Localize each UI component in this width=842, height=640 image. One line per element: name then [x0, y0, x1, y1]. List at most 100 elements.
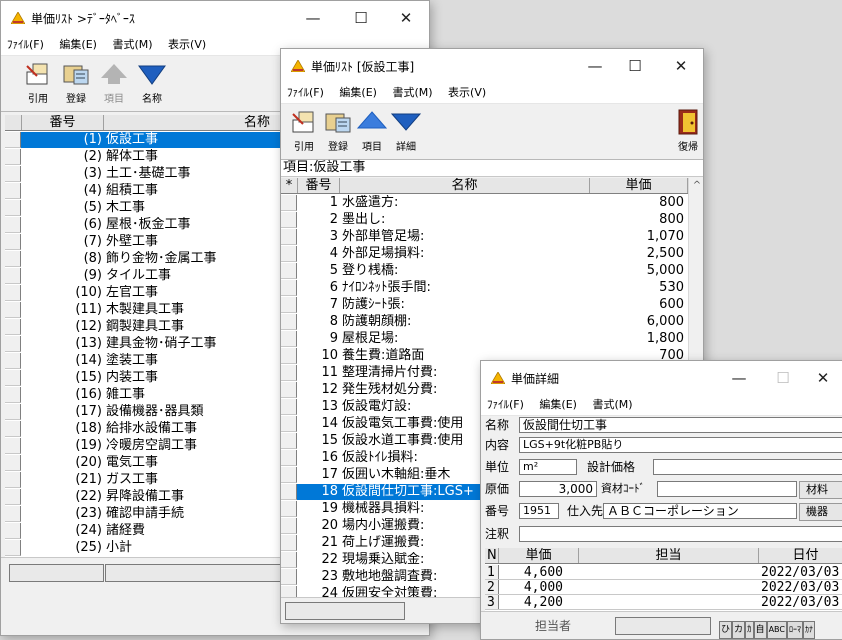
- col-header-assignee[interactable]: 担当: [579, 548, 759, 563]
- menu-format[interactable]: 書式(M): [392, 83, 432, 103]
- row-header[interactable]: [5, 438, 21, 454]
- row-header[interactable]: [281, 195, 297, 211]
- title-bar[interactable]: 単価ﾘｽﾄ [仮設工事] — ☐ ✕: [281, 49, 703, 83]
- history-row[interactable]: 3 4,200 2022/03/03: [485, 595, 842, 610]
- equipment-button[interactable]: 機器: [799, 503, 842, 521]
- menu-view[interactable]: 表示(V): [168, 35, 206, 55]
- row-header[interactable]: [281, 297, 297, 313]
- row-header[interactable]: [5, 506, 21, 522]
- price-row[interactable]: 1 水盛遣方: 800: [281, 195, 703, 211]
- row-header[interactable]: [281, 416, 297, 432]
- close-button[interactable]: ✕: [803, 364, 842, 392]
- row-header[interactable]: [281, 535, 297, 551]
- row-header[interactable]: [5, 523, 21, 539]
- quote-button[interactable]: 引用: [23, 60, 53, 105]
- row-header[interactable]: [281, 467, 297, 483]
- row-header[interactable]: [281, 246, 297, 262]
- menu-file[interactable]: ﾌｧｲﾙ(F): [7, 35, 44, 55]
- col-header-price[interactable]: 単価: [499, 548, 579, 563]
- scroll-up-arrow[interactable]: ^: [689, 178, 703, 194]
- cost-field[interactable]: 3,000: [519, 481, 597, 497]
- row-header[interactable]: [281, 518, 297, 534]
- ime-katakana[interactable]: カ: [732, 621, 746, 639]
- menu-edit[interactable]: 編集(E): [59, 35, 97, 55]
- ime-romaji[interactable]: ﾛｰﾏ: [786, 621, 803, 639]
- row-header[interactable]: [5, 251, 21, 267]
- row-header[interactable]: [5, 336, 21, 352]
- row-header[interactable]: [5, 404, 21, 420]
- price-row[interactable]: 5 登り桟橋: 5,000: [281, 263, 703, 279]
- row-header[interactable]: [5, 183, 21, 199]
- minimize-button[interactable]: —: [575, 52, 615, 80]
- menu-edit[interactable]: 編集(E): [539, 395, 577, 415]
- row-header[interactable]: [281, 484, 297, 500]
- price-row[interactable]: 2 墨出し: 800: [281, 212, 703, 228]
- material-code-field[interactable]: [657, 481, 797, 497]
- row-header[interactable]: [5, 319, 21, 335]
- minimize-button[interactable]: —: [293, 4, 333, 32]
- ime-alphanumeric[interactable]: ABC: [766, 621, 787, 639]
- ime-auto[interactable]: 自: [753, 621, 767, 639]
- row-header[interactable]: [5, 200, 21, 216]
- price-row[interactable]: 6 ﾅｲﾛﾝﾈｯﾄ張手間: 530: [281, 280, 703, 296]
- row-header[interactable]: [281, 314, 297, 330]
- row-header[interactable]: [281, 382, 297, 398]
- col-header-date[interactable]: 日付: [759, 548, 842, 563]
- row-header[interactable]: [5, 234, 21, 250]
- menu-file[interactable]: ﾌｧｲﾙ(F): [287, 83, 324, 103]
- return-button[interactable]: 復帰: [673, 108, 703, 153]
- history-row[interactable]: 2 4,000 2022/03/03: [485, 580, 842, 595]
- row-header[interactable]: [281, 280, 297, 296]
- row-header[interactable]: [281, 212, 297, 228]
- row-header[interactable]: [5, 353, 21, 369]
- name-button[interactable]: 名称: [137, 60, 167, 105]
- row-header[interactable]: [281, 450, 297, 466]
- history-row[interactable]: 1 4,600 2022/03/03: [485, 565, 842, 580]
- row-header[interactable]: [5, 387, 21, 403]
- name-field[interactable]: 仮設間仕切工事: [519, 417, 842, 433]
- register-button[interactable]: 登録: [61, 60, 91, 105]
- col-header-name[interactable]: 名称: [340, 178, 590, 193]
- row-header[interactable]: [5, 472, 21, 488]
- item-button[interactable]: 項目: [357, 108, 387, 153]
- menu-edit[interactable]: 編集(E): [339, 83, 377, 103]
- maximize-button[interactable]: ☐: [341, 4, 381, 32]
- ime-hiragana[interactable]: ひ: [719, 621, 733, 639]
- row-header[interactable]: [5, 455, 21, 471]
- maximize-button[interactable]: ☐: [615, 52, 655, 80]
- row-header[interactable]: [281, 348, 297, 364]
- title-bar[interactable]: 単価ﾘｽﾄ >ﾃﾞｰﾀﾍﾞｰｽ — ☐ ✕: [1, 1, 429, 35]
- row-header[interactable]: [5, 268, 21, 284]
- ime-halfwidth-katakana[interactable]: ｶ: [745, 621, 754, 639]
- price-row[interactable]: 8 防護朝顔棚: 6,000: [281, 314, 703, 330]
- row-header[interactable]: [5, 166, 21, 182]
- unit-field[interactable]: m²: [519, 459, 577, 475]
- price-row[interactable]: 4 外部足場損料: 2,500: [281, 246, 703, 262]
- note-field[interactable]: [519, 526, 842, 542]
- maximize-button[interactable]: ☐: [763, 364, 803, 392]
- close-button[interactable]: ✕: [386, 4, 426, 32]
- history-grid[interactable]: N 単価 担当 日付 1 4,600 2022/03/03 2 4,000 2022/03…: [485, 548, 842, 612]
- col-header-number[interactable]: 番号: [22, 115, 104, 130]
- row-header[interactable]: [5, 421, 21, 437]
- row-header[interactable]: [281, 263, 297, 279]
- row-header[interactable]: [5, 149, 21, 165]
- row-header[interactable]: [5, 217, 21, 233]
- detail-button[interactable]: 詳細: [391, 108, 421, 153]
- price-row[interactable]: 9 屋根足場: 1,800: [281, 331, 703, 347]
- quote-button[interactable]: 引用: [289, 108, 319, 153]
- title-bar[interactable]: 単価詳細 — ☐ ✕: [481, 361, 842, 395]
- col-header-price[interactable]: 単価: [590, 178, 688, 193]
- menu-file[interactable]: ﾌｧｲﾙ(F): [487, 395, 524, 415]
- design-price-field[interactable]: [653, 459, 842, 475]
- row-header[interactable]: [5, 489, 21, 505]
- number-field[interactable]: 1951: [519, 503, 559, 519]
- row-header[interactable]: [281, 552, 297, 568]
- col-header-number[interactable]: 番号: [298, 178, 340, 193]
- ime-kana[interactable]: ｶﾅ: [802, 621, 815, 639]
- row-header[interactable]: [281, 501, 297, 517]
- price-row[interactable]: 3 外部単管足場: 1,070: [281, 229, 703, 245]
- menu-format[interactable]: 書式(M): [592, 395, 632, 415]
- minimize-button[interactable]: —: [719, 364, 759, 392]
- row-header[interactable]: [5, 132, 21, 148]
